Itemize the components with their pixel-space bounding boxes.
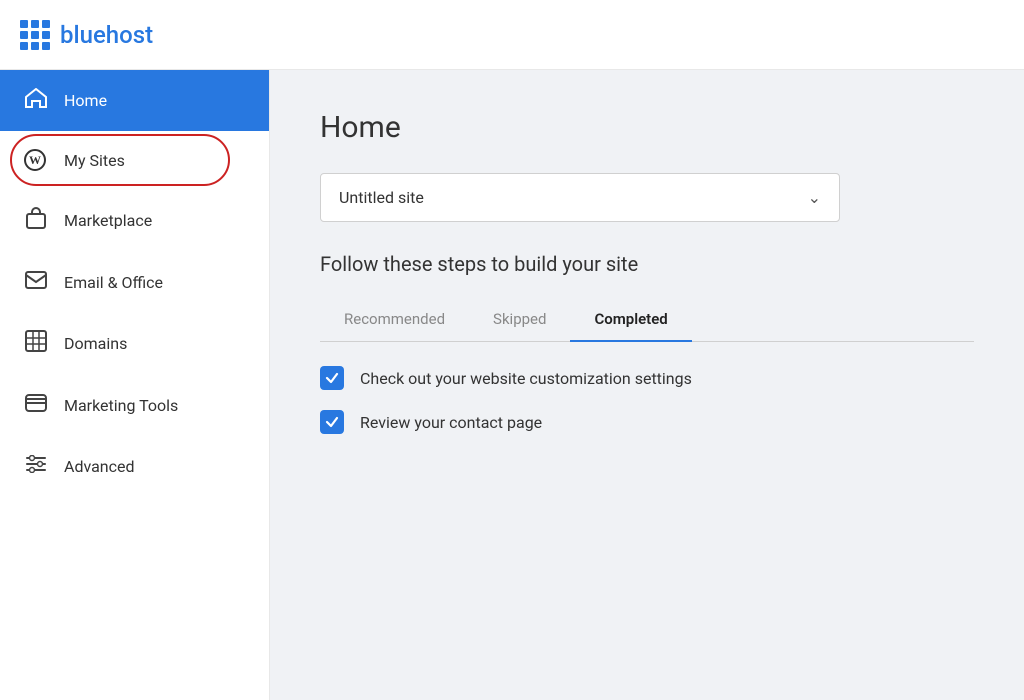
wordpress-icon: W <box>24 149 48 171</box>
advanced-icon <box>24 454 48 478</box>
tab-recommended[interactable]: Recommended <box>320 298 469 342</box>
checklist-item-contact: Review your contact page <box>320 410 974 434</box>
logo-area: bluehost <box>20 20 153 50</box>
sidebar-item-my-sites-label: My Sites <box>64 151 125 170</box>
checklist-item-customization-label: Check out your website customization set… <box>360 369 692 388</box>
mail-icon <box>24 270 48 294</box>
tab-completed[interactable]: Completed <box>570 298 691 342</box>
wp-circle-icon: W <box>24 149 46 171</box>
chevron-down-icon: ⌄ <box>808 188 821 207</box>
home-icon <box>24 88 48 113</box>
checklist-item-customization: Check out your website customization set… <box>320 366 974 390</box>
sidebar-item-advanced[interactable]: Advanced <box>0 436 269 496</box>
my-sites-wrapper: W My Sites <box>0 131 269 189</box>
sidebar-item-advanced-label: Advanced <box>64 457 135 476</box>
tab-skipped[interactable]: Skipped <box>469 298 570 342</box>
main-content: Home Untitled site ⌄ Follow these steps … <box>270 70 1024 700</box>
sidebar-item-home[interactable]: Home <box>0 70 269 131</box>
site-selector[interactable]: Untitled site ⌄ <box>320 173 840 222</box>
logo-grid-icon <box>20 20 50 50</box>
sidebar-item-domains-label: Domains <box>64 334 127 353</box>
sidebar-item-home-label: Home <box>64 91 107 110</box>
checklist-item-contact-label: Review your contact page <box>360 413 542 432</box>
sidebar-item-my-sites[interactable]: W My Sites <box>0 131 269 189</box>
marketing-icon <box>24 393 48 418</box>
sidebar-item-marketplace-label: Marketplace <box>64 211 152 230</box>
sidebar-item-email[interactable]: Email & Office <box>0 252 269 312</box>
checkbox-contact[interactable] <box>320 410 344 434</box>
bag-icon <box>24 207 48 234</box>
sidebar-item-marketplace[interactable]: Marketplace <box>0 189 269 252</box>
sidebar-item-marketing-label: Marketing Tools <box>64 396 178 415</box>
checkbox-customization[interactable] <box>320 366 344 390</box>
domains-icon <box>24 330 48 357</box>
sidebar-item-marketing[interactable]: Marketing Tools <box>0 375 269 436</box>
sidebar-item-email-label: Email & Office <box>64 273 163 292</box>
page-title: Home <box>320 110 974 145</box>
steps-heading: Follow these steps to build your site <box>320 252 974 276</box>
tabs-bar: Recommended Skipped Completed <box>320 298 974 342</box>
sidebar: Home W My Sites Marketplace <box>0 70 270 700</box>
main-layout: Home W My Sites Marketplace <box>0 70 1024 700</box>
sidebar-item-domains[interactable]: Domains <box>0 312 269 375</box>
site-selector-current: Untitled site <box>339 188 424 207</box>
top-bar: bluehost <box>0 0 1024 70</box>
checklist: Check out your website customization set… <box>320 366 974 434</box>
logo-text: bluehost <box>60 21 153 49</box>
